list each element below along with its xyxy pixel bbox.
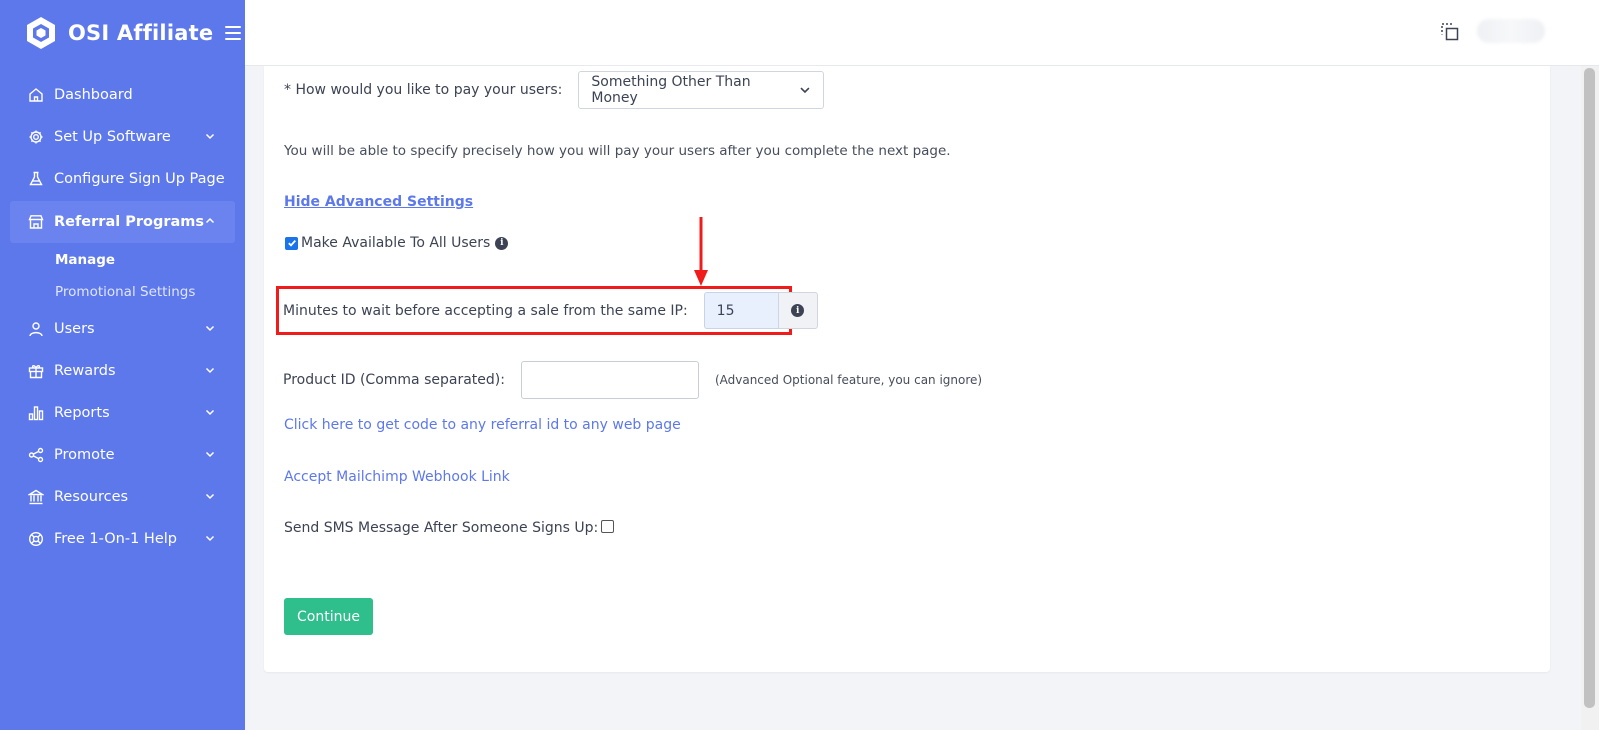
lifebuoy-icon bbox=[27, 531, 44, 548]
sidebar-item-label: Configure Sign Up Page bbox=[54, 171, 225, 187]
pay-method-select[interactable]: Something Other Than Money bbox=[578, 71, 825, 109]
sidebar-item-rewards[interactable]: Rewards bbox=[0, 350, 245, 392]
home-icon bbox=[27, 87, 44, 104]
sidebar-item-set-up-software[interactable]: Set Up Software bbox=[0, 116, 245, 158]
available-checkbox[interactable] bbox=[285, 236, 298, 250]
sidebar-item-label: Set Up Software bbox=[54, 129, 171, 145]
available-label: Make Available To All Users bbox=[301, 235, 491, 251]
check-icon bbox=[287, 239, 296, 247]
sidebar-subitem-manage[interactable]: Manage bbox=[0, 244, 245, 276]
pay-method-value: Something Other Than Money bbox=[591, 74, 751, 106]
brand-name: OSI Affiliate bbox=[68, 21, 214, 45]
sms-label: Send SMS Message After Someone Signs Up: bbox=[284, 520, 599, 536]
chevron-down-icon bbox=[205, 325, 215, 332]
chevron-down-icon bbox=[205, 133, 215, 140]
sidebar-item-label: Resources bbox=[54, 489, 129, 505]
ip-wait-row: Minutes to wait before accepting a sale … bbox=[283, 292, 818, 329]
sms-checkbox[interactable] bbox=[601, 519, 615, 533]
gear-icon bbox=[27, 129, 44, 146]
menu-toggle-icon[interactable] bbox=[225, 26, 242, 40]
sidebar-item-referral-programs[interactable]: Referral Programs bbox=[10, 201, 235, 243]
sidebar-item-users[interactable]: Users bbox=[0, 308, 245, 350]
fullscreen-icon[interactable] bbox=[1440, 22, 1460, 42]
continue-row: Continue bbox=[284, 598, 373, 635]
chevron-down-icon bbox=[205, 409, 215, 416]
mailchimp-webhook-link[interactable]: Accept Mailchimp Webhook Link bbox=[284, 469, 510, 485]
topbar bbox=[245, 0, 1599, 66]
ip-wait-info-button[interactable]: i bbox=[777, 292, 818, 329]
sidebar-item-label: Free 1-On-1 Help bbox=[54, 531, 177, 547]
sidebar-item-label: Users bbox=[54, 321, 95, 337]
ip-wait-label: Minutes to wait before accepting a sale … bbox=[283, 302, 688, 319]
ip-wait-input[interactable]: 15 bbox=[703, 292, 778, 329]
chevron-up-icon bbox=[205, 217, 215, 224]
sms-row: Send SMS Message After Someone Signs Up: bbox=[284, 519, 615, 537]
logo-icon bbox=[27, 17, 55, 49]
sidebar: OSI Affiliate Dashboard Set Up Software … bbox=[0, 0, 245, 730]
ip-wait-input-group: 15 i bbox=[703, 292, 818, 329]
mailchimp-link-row: Accept Mailchimp Webhook Link bbox=[284, 468, 510, 486]
chevron-down-icon bbox=[205, 451, 215, 458]
sidebar-item-promote[interactable]: Promote bbox=[0, 434, 245, 476]
info-icon[interactable]: i bbox=[495, 236, 509, 250]
product-id-input[interactable] bbox=[520, 361, 699, 399]
chevron-down-icon bbox=[205, 535, 215, 542]
get-code-link[interactable]: Click here to get code to any referral i… bbox=[284, 417, 681, 433]
sidebar-item-label: Rewards bbox=[54, 363, 116, 379]
sidebar-nav: Dashboard Set Up Software Configure Sign… bbox=[0, 74, 245, 560]
sidebar-item-label: Reports bbox=[54, 405, 110, 421]
brand: OSI Affiliate bbox=[0, 0, 245, 66]
chevron-down-icon bbox=[205, 493, 215, 500]
chevron-down-icon bbox=[205, 367, 215, 374]
share-icon bbox=[27, 447, 44, 464]
pay-method-note: You will be able to specify precisely ho… bbox=[284, 143, 951, 159]
sidebar-item-label: Dashboard bbox=[54, 87, 133, 103]
sidebar-item-label: Referral Programs bbox=[54, 214, 205, 230]
annotation-arrow-icon bbox=[694, 217, 708, 286]
sidebar-item-dashboard[interactable]: Dashboard bbox=[0, 74, 245, 116]
product-id-label: Product ID (Comma separated): bbox=[283, 372, 505, 388]
pay-method-row: * How would you like to pay your users: … bbox=[284, 71, 825, 109]
available-row: Make Available To All Users i bbox=[285, 234, 509, 252]
bar-chart-icon bbox=[27, 405, 44, 422]
code-link-row: Click here to get code to any referral i… bbox=[284, 416, 681, 434]
gift-icon bbox=[27, 363, 44, 380]
sidebar-item-reports[interactable]: Reports bbox=[0, 392, 245, 434]
hide-advanced-settings-link[interactable]: Hide Advanced Settings bbox=[284, 194, 473, 210]
sidebar-item-resources[interactable]: Resources bbox=[0, 476, 245, 518]
user-avatar[interactable] bbox=[1477, 19, 1545, 43]
sidebar-item-label: Promote bbox=[54, 447, 115, 463]
user-icon bbox=[27, 321, 44, 338]
chevron-down-icon bbox=[800, 87, 810, 94]
flask-icon bbox=[27, 171, 44, 188]
continue-button[interactable]: Continue bbox=[284, 598, 373, 635]
sidebar-item-configure-sign-up-page[interactable]: Configure Sign Up Page bbox=[0, 158, 245, 200]
advanced-settings-row: Hide Advanced Settings bbox=[284, 193, 473, 211]
sidebar-item-free-help[interactable]: Free 1-On-1 Help bbox=[0, 518, 245, 560]
scrollbar-thumb[interactable] bbox=[1584, 68, 1595, 708]
pay-method-label: * How would you like to pay your users: bbox=[284, 82, 563, 98]
product-id-row: Product ID (Comma separated): (Advanced … bbox=[283, 361, 982, 399]
sidebar-subitem-promotional-settings[interactable]: Promotional Settings bbox=[0, 276, 245, 308]
info-icon: i bbox=[791, 304, 805, 317]
store-icon bbox=[27, 214, 44, 231]
product-id-note: (Advanced Optional feature, you can igno… bbox=[714, 373, 983, 387]
bank-icon bbox=[27, 489, 44, 506]
